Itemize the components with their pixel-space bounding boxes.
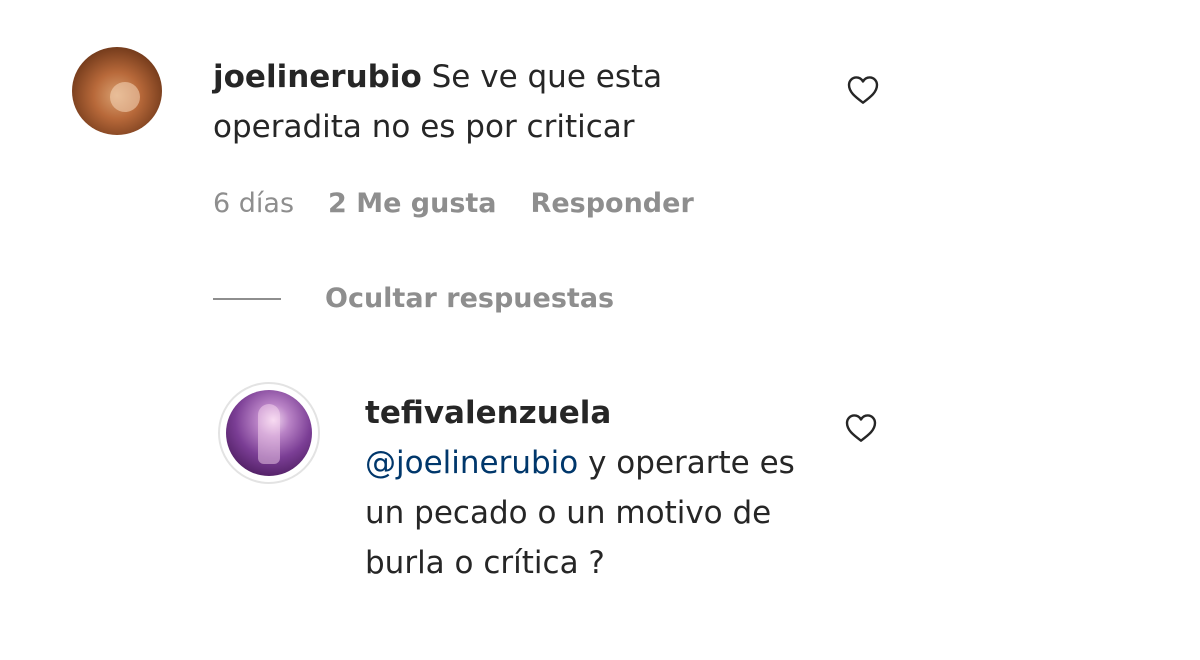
heart-icon[interactable] bbox=[845, 413, 877, 443]
comment-username[interactable]: joelinerubio bbox=[213, 59, 422, 95]
reply-author-avatar[interactable] bbox=[226, 390, 312, 476]
commenter-avatar[interactable] bbox=[72, 47, 162, 135]
heart-icon[interactable] bbox=[847, 75, 879, 105]
reply-button[interactable]: Responder bbox=[531, 186, 694, 222]
avatar-photo-detail bbox=[258, 404, 280, 464]
avatar-photo-detail bbox=[110, 82, 140, 112]
replies-divider-line bbox=[213, 297, 281, 300]
hide-replies-label[interactable]: Ocultar respuestas bbox=[325, 283, 614, 314]
comment-likes-count[interactable]: 2 Me gusta bbox=[328, 186, 497, 222]
reply-username[interactable]: tefivalenzuela bbox=[365, 395, 611, 431]
comment-body: joelinerubio Se ve que esta operadita no… bbox=[213, 52, 773, 152]
comment-age[interactable]: 6 días bbox=[213, 186, 294, 222]
reply-body: tefivalenzuela @joelinerubio y operarte … bbox=[365, 388, 835, 588]
comment-meta: 6 días 2 Me gusta Responder bbox=[213, 186, 728, 222]
hide-replies-toggle[interactable]: Ocultar respuestas bbox=[213, 283, 614, 314]
reply-mention-link[interactable]: @joelinerubio bbox=[365, 445, 578, 481]
